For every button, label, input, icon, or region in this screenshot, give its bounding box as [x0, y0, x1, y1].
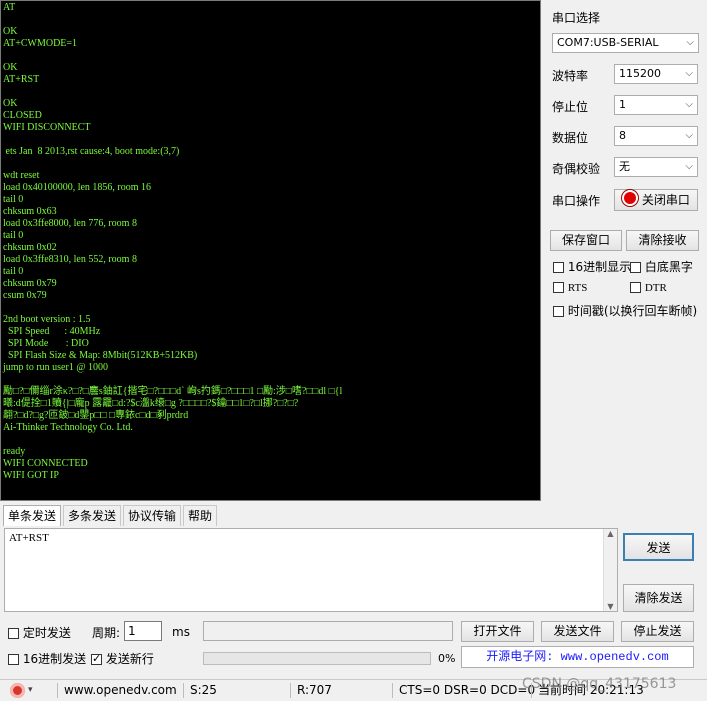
- clear-receive-button[interactable]: 清除接收: [626, 230, 699, 251]
- stop-send-button[interactable]: 停止发送: [621, 621, 694, 642]
- watermark: CSDN @qq_43175613: [522, 676, 677, 692]
- timestamp-label: 时间戳(以换行回车断帧): [567, 304, 698, 318]
- port-select-value: COM7:USB-SERIAL: [557, 36, 659, 49]
- databits-value: 8: [619, 129, 626, 142]
- clear-send-button[interactable]: 清除发送: [623, 584, 694, 612]
- save-window-button[interactable]: 保存窗口: [550, 230, 622, 251]
- stopbits-label: 停止位: [552, 100, 589, 114]
- parity-label: 奇偶校验: [552, 162, 601, 176]
- rts-option[interactable]: RTS: [553, 280, 587, 294]
- period-input[interactable]: 1: [124, 621, 162, 641]
- parity-value: 无: [619, 160, 630, 173]
- tab-multi-send[interactable]: 多条发送: [63, 505, 122, 526]
- timestamp-checkbox[interactable]: [553, 306, 564, 317]
- chevron-down-icon: ⌵: [685, 68, 693, 79]
- status-sent-count: S:25: [190, 683, 217, 697]
- chevron-down-icon: ⌵: [685, 130, 693, 141]
- hex-send-checkbox[interactable]: [8, 654, 19, 665]
- rts-label: RTS: [567, 282, 588, 294]
- status-bar: ▾ www.openedv.com S:25 R:707 CTS=0 DSR=0…: [0, 676, 707, 701]
- send-button[interactable]: 发送: [623, 533, 694, 561]
- send-newline-label: 发送新行: [105, 652, 154, 666]
- close-port-button[interactable]: 关闭串口: [614, 189, 698, 211]
- send-progress-text: 0%: [438, 652, 456, 665]
- timed-send-option[interactable]: 定时发送: [8, 624, 71, 641]
- open-file-button[interactable]: 打开文件: [461, 621, 534, 642]
- hex-display-checkbox[interactable]: [553, 262, 564, 273]
- app-logo-icon: [10, 683, 25, 698]
- status-received-count: R:707: [297, 683, 332, 697]
- dtr-label: DTR: [644, 282, 667, 294]
- timed-send-checkbox[interactable]: [8, 628, 19, 639]
- white-bg-checkbox[interactable]: [630, 262, 641, 273]
- port-select-label: 串口选择: [552, 11, 601, 25]
- scroll-up-icon[interactable]: ▲: [604, 529, 617, 538]
- timed-send-label: 定时发送: [22, 626, 71, 640]
- chevron-down-icon[interactable]: ▾: [28, 680, 33, 701]
- settings-panel: 串口选择 COM7:USB-SERIAL ⌵ 波特率 115200 ⌵ 停止位 …: [544, 0, 707, 505]
- hex-display-option[interactable]: 16进制显示: [553, 258, 631, 275]
- promo-link[interactable]: 开源电子网: www.openedv.com: [461, 646, 694, 668]
- parity-select[interactable]: 无 ⌵: [614, 157, 698, 177]
- send-text: AT+RST: [9, 532, 49, 544]
- chevron-down-icon: ⌵: [686, 37, 694, 48]
- port-select[interactable]: COM7:USB-SERIAL ⌵: [552, 33, 699, 53]
- send-input[interactable]: AT+RST ▲ ▼: [4, 528, 618, 612]
- rts-checkbox[interactable]: [553, 282, 564, 293]
- period-label: 周期:: [92, 626, 121, 640]
- close-port-label: 关闭串口: [641, 193, 690, 207]
- receive-text: AT OK AT+CWMODE=1 OK AT+RST OK CLOSED WI…: [3, 2, 343, 481]
- send-scrollbar[interactable]: ▲ ▼: [603, 529, 617, 611]
- databits-select[interactable]: 8 ⌵: [614, 126, 698, 146]
- send-newline-checkbox[interactable]: [91, 652, 102, 665]
- chevron-down-icon: ⌵: [685, 99, 693, 110]
- hex-send-label: 16进制发送: [22, 652, 87, 666]
- port-op-label: 串口操作: [552, 194, 601, 208]
- send-progress-bar: [203, 652, 431, 665]
- white-bg-option[interactable]: 白底黑字: [630, 258, 693, 275]
- receive-terminal[interactable]: AT OK AT+CWMODE=1 OK AT+RST OK CLOSED WI…: [0, 0, 541, 501]
- tab-protocol[interactable]: 协议传输: [123, 505, 182, 526]
- stopbits-select[interactable]: 1 ⌵: [614, 95, 698, 115]
- baud-label: 波特率: [552, 69, 589, 83]
- hex-display-label: 16进制显示: [567, 260, 632, 274]
- dtr-checkbox[interactable]: [630, 282, 641, 293]
- dtr-option[interactable]: DTR: [630, 280, 667, 294]
- record-icon: [622, 190, 639, 206]
- send-tabs: 单条发送 多条发送 协议传输 帮助: [0, 505, 230, 527]
- timestamp-option[interactable]: 时间戳(以换行回车断帧): [553, 302, 697, 319]
- hex-send-option[interactable]: 16进制发送: [8, 650, 86, 667]
- tab-help[interactable]: 帮助: [183, 505, 218, 526]
- period-unit: ms: [172, 625, 190, 639]
- status-signals: CTS=0 DSR=0 DCD=0: [399, 683, 536, 697]
- baud-select[interactable]: 115200 ⌵: [614, 64, 698, 84]
- stopbits-value: 1: [619, 98, 626, 111]
- chevron-down-icon: ⌵: [685, 161, 693, 172]
- scroll-down-icon[interactable]: ▼: [604, 602, 617, 611]
- tab-single-send[interactable]: 单条发送: [3, 505, 62, 526]
- send-newline-option[interactable]: 发送新行: [91, 650, 154, 667]
- baud-value: 115200: [619, 67, 661, 80]
- white-bg-label: 白底黑字: [644, 260, 693, 274]
- status-url[interactable]: www.openedv.com: [64, 680, 177, 701]
- databits-label: 数据位: [552, 131, 589, 145]
- send-file-button[interactable]: 发送文件: [541, 621, 614, 642]
- file-path-field[interactable]: [203, 621, 453, 641]
